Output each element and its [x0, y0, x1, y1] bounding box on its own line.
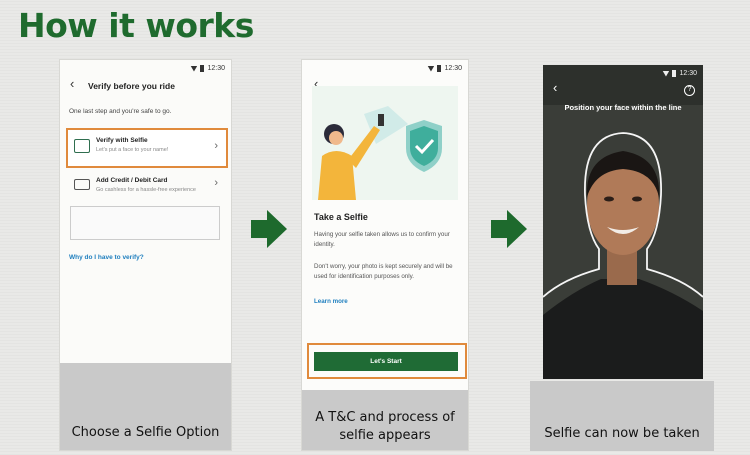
- arrow-right-icon: [491, 210, 527, 248]
- caption-box: Selfie can now be taken: [530, 381, 714, 451]
- highlight-box: [307, 343, 467, 379]
- credit-card-icon: [74, 179, 90, 190]
- option-title: Add Credit / Debit Card: [96, 177, 168, 184]
- page-title: How it works: [18, 6, 254, 45]
- panel-take-selfie: 12:30 ‹ Take a Selfie Having your selfie…: [301, 59, 469, 451]
- help-icon[interactable]: ?: [684, 85, 695, 96]
- arrow-right-icon: [251, 210, 287, 248]
- screen-header: Verify before you ride: [88, 81, 175, 91]
- highlight-box: [66, 128, 228, 168]
- selfie-heading: Take a Selfie: [314, 212, 368, 222]
- back-icon[interactable]: ‹: [70, 76, 74, 91]
- caption-line-2: selfie appears: [339, 428, 431, 443]
- signal-icon: [427, 65, 435, 72]
- position-instruction: Position your face within the line: [564, 103, 682, 112]
- caption-text: A T&C and process of selfie appears: [302, 409, 468, 445]
- caption-text: Selfie can now be taken: [544, 426, 700, 441]
- caption-box: A T&C and process of selfie appears: [302, 390, 468, 450]
- selfie-illustration: [312, 86, 458, 200]
- signal-icon: [662, 70, 670, 77]
- caption-line-1: A T&C and process of: [315, 410, 455, 425]
- panel-camera: 12:30 ‹ ? Position your face within the …: [543, 65, 703, 379]
- phone-screen-take-selfie: 12:30 ‹ Take a Selfie Having your selfie…: [302, 60, 468, 390]
- panel-choose-selfie: 12:30 ‹ Verify before you ride One last …: [59, 59, 232, 451]
- learn-more-link[interactable]: Learn more: [314, 298, 348, 305]
- option-add-card[interactable]: Add Credit / Debit Card Go cashless for …: [68, 172, 226, 208]
- back-icon[interactable]: ‹: [553, 80, 557, 95]
- status-bar: 12:30: [662, 70, 697, 77]
- signal-icon: [190, 65, 198, 72]
- selfie-para-2: Don't worry, your photo is kept securely…: [314, 263, 453, 280]
- battery-icon: [672, 70, 677, 77]
- status-bar: 12:30: [427, 65, 462, 72]
- caption-text: Choose a Selfie Option: [71, 425, 220, 440]
- status-time: 12:30: [444, 65, 462, 72]
- phone-screen-verify: 12:30 ‹ Verify before you ride One last …: [60, 60, 231, 364]
- status-time: 12:30: [679, 70, 697, 77]
- option-subtitle: Go cashless for a hassle-free experience: [96, 187, 196, 193]
- camera-preview: [543, 65, 703, 379]
- why-verify-link[interactable]: Why do I have to verify?: [69, 254, 144, 261]
- battery-icon: [437, 65, 442, 72]
- caption-box: Choose a Selfie Option: [60, 363, 231, 450]
- selfie-para-1: Having your selfie taken allows us to co…: [314, 231, 450, 248]
- empty-card-box: [70, 206, 220, 240]
- battery-icon: [200, 65, 205, 72]
- chevron-right-icon: ›: [214, 177, 218, 189]
- status-bar: 12:30: [190, 65, 225, 72]
- status-time: 12:30: [207, 65, 225, 72]
- intro-text: One last step and you're safe to go.: [69, 108, 172, 115]
